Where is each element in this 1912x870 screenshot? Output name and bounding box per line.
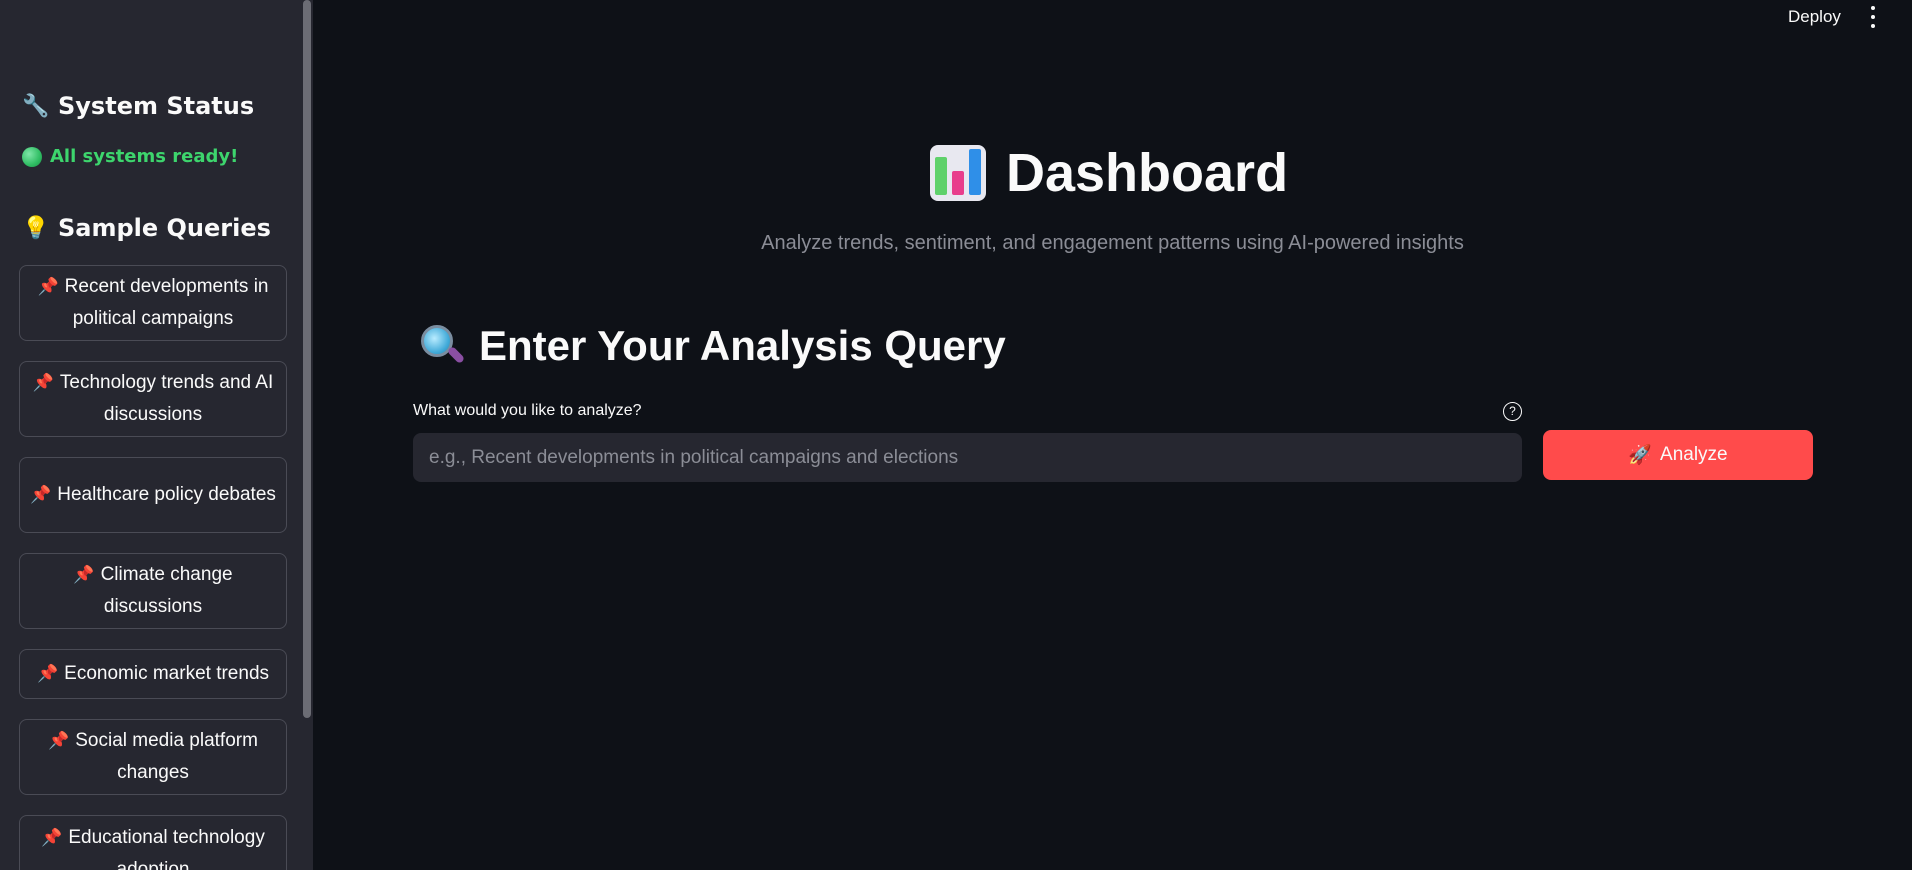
sample-query-button[interactable]: 📌 Recent developments in political campai… xyxy=(19,265,287,341)
pushpin-icon: 📌 xyxy=(48,731,70,750)
pushpin-icon: 📌 xyxy=(37,277,59,296)
sample-query-button[interactable]: 📌 Climate change discussions xyxy=(19,553,287,629)
sample-queries-heading: 💡 Sample Queries xyxy=(22,214,271,242)
magnifying-glass-icon xyxy=(419,323,466,369)
page-subtitle: Analyze trends, sentiment, and engagemen… xyxy=(761,232,1464,254)
sidebar: 🔧 System Status All systems ready! 💡 Sam… xyxy=(0,0,313,870)
sample-query-button[interactable]: 📌 Economic market trends xyxy=(19,649,287,699)
system-status-heading: 🔧 System Status xyxy=(22,92,254,120)
wrench-icon: 🔧 xyxy=(22,93,50,119)
sample-query-button[interactable]: 📌 Educational technology adoption xyxy=(19,815,287,870)
query-section-title: Enter Your Analysis Query xyxy=(479,322,1006,369)
sample-query-button[interactable]: 📌 Technology trends and AI discussions xyxy=(19,361,287,437)
kebab-menu-icon[interactable] xyxy=(1866,6,1880,28)
rocket-icon: 🚀 xyxy=(1628,445,1653,466)
sample-query-button[interactable]: 📌 Healthcare policy debates xyxy=(19,457,287,533)
pushpin-icon: 📌 xyxy=(36,664,59,683)
bar-chart-icon xyxy=(930,145,986,201)
pushpin-icon: 📌 xyxy=(32,373,54,392)
help-icon[interactable]: ? xyxy=(1503,402,1522,421)
query-input[interactable] xyxy=(413,433,1522,482)
query-section-heading: Enter Your Analysis Query xyxy=(419,322,1006,370)
system-status-title: System Status xyxy=(58,92,255,120)
deploy-button[interactable]: Deploy xyxy=(1788,4,1841,30)
app-root: 🔧 System Status All systems ready! 💡 Sam… xyxy=(0,0,1912,870)
page-title-text: Dashboard xyxy=(1006,143,1289,203)
sample-queries-title: Sample Queries xyxy=(58,214,271,242)
pushpin-icon: 📌 xyxy=(30,485,52,504)
sample-query-button[interactable]: 📌 Social media platform changes xyxy=(19,719,287,795)
page-title: Dashboard xyxy=(930,142,1288,204)
pushpin-icon: 📌 xyxy=(73,565,95,584)
query-input-label: What would you like to analyze? xyxy=(413,402,642,419)
lightbulb-icon: 💡 xyxy=(22,215,50,241)
green-circle-icon xyxy=(22,146,42,167)
analyze-button-label: Analyze xyxy=(1660,444,1728,465)
sidebar-scrollbar[interactable] xyxy=(303,0,311,718)
pushpin-icon: 📌 xyxy=(41,828,63,847)
analyze-button[interactable]: 🚀 Analyze xyxy=(1543,430,1813,480)
status-text: All systems ready! xyxy=(50,146,239,167)
system-status-indicator: All systems ready! xyxy=(22,146,238,167)
